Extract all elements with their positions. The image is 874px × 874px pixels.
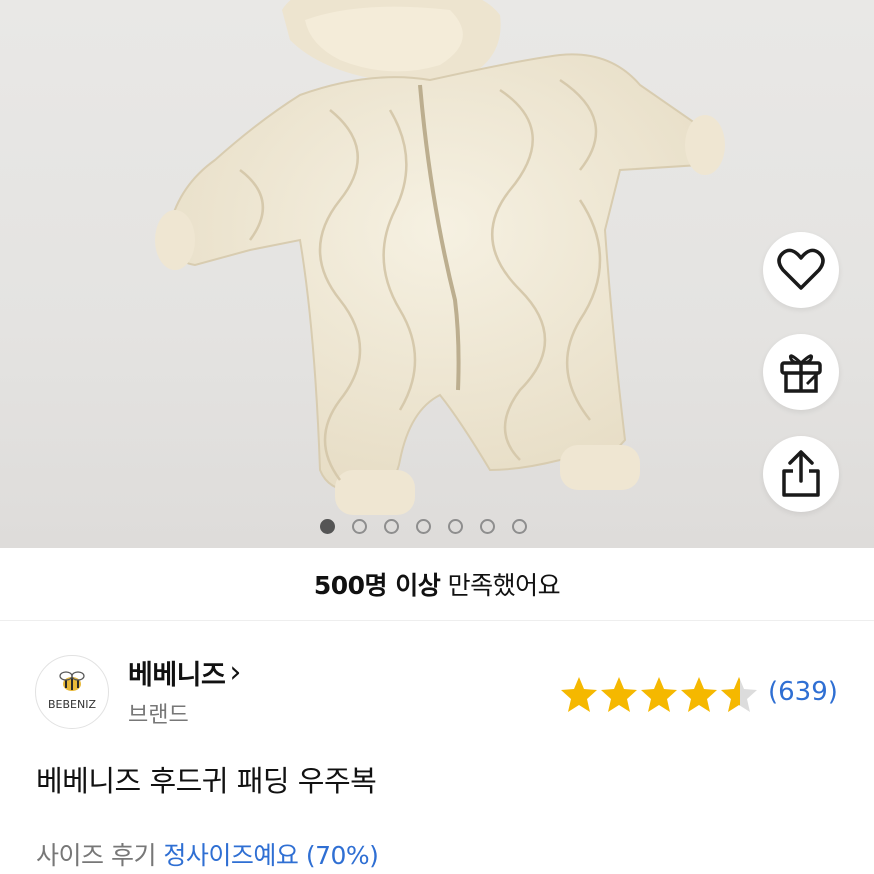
brand-type-label: 브랜드 [128, 703, 189, 728]
product-image [155, 0, 725, 515]
satisfaction-text: 만족했어요 [440, 571, 561, 600]
carousel-dot[interactable] [352, 519, 367, 534]
carousel-pagination [320, 519, 527, 534]
gift-icon [780, 354, 822, 393]
carousel-dot[interactable] [416, 519, 431, 534]
review-count-link[interactable]: (639) [768, 677, 838, 707]
satisfaction-summary: 500명 이상 만족했어요 [0, 566, 874, 602]
rating-stars[interactable] [560, 676, 760, 714]
heart-icon [777, 248, 825, 290]
brand-link[interactable]: 베베니즈 › [128, 653, 241, 692]
product-title: 베베니즈 후드귀 패딩 우주복 [36, 764, 377, 798]
gift-button[interactable] [763, 334, 839, 410]
carousel-dot[interactable] [320, 519, 335, 534]
share-button[interactable] [763, 436, 839, 512]
brand-logo-text: BEBENIZ [48, 698, 96, 711]
carousel-dot[interactable] [512, 519, 527, 534]
chevron-right-icon: › [229, 654, 241, 690]
carousel-dot[interactable] [384, 519, 399, 534]
size-review-label: 사이즈 후기 [36, 841, 164, 870]
satisfaction-count: 500명 이상 [313, 571, 441, 600]
brand-logo[interactable]: BEBENIZ [35, 655, 109, 729]
star-rating-icon [561, 677, 757, 712]
size-review-value: 정사이즈예요 (70%) [163, 841, 379, 870]
size-review[interactable]: 사이즈 후기 정사이즈예요 (70%) [36, 836, 379, 872]
product-image-carousel[interactable] [0, 0, 874, 548]
like-button[interactable] [763, 232, 839, 308]
carousel-dot[interactable] [480, 519, 495, 534]
divider [0, 620, 874, 621]
carousel-dot[interactable] [448, 519, 463, 534]
bee-logo-icon: BEBENIZ [48, 671, 96, 711]
share-icon [782, 450, 820, 497]
brand-name: 베베니즈 [128, 660, 226, 691]
